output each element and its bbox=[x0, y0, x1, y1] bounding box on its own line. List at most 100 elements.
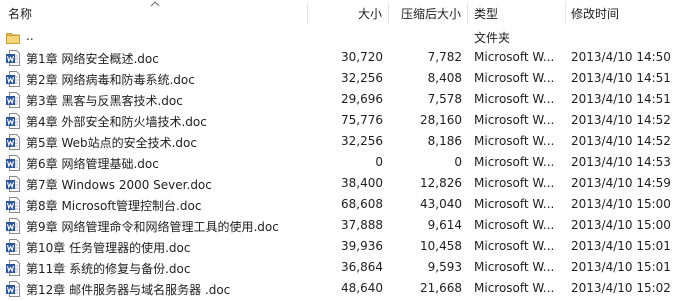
file-compressed-size: 43,040 bbox=[420, 197, 462, 211]
file-name: 第11章 系统的修复与备份.doc bbox=[26, 262, 191, 276]
file-row[interactable]: 第5章 Web站点的安全技术.doc 32,256 8,186 Microsoft W… bbox=[0, 131, 680, 152]
word-doc-icon bbox=[6, 155, 20, 171]
file-row[interactable]: 第4章 外部安全和防火墙技术.doc 75,776 28,160 Microsoft … bbox=[0, 110, 680, 131]
file-type: Microsoft W... bbox=[474, 218, 555, 232]
word-doc-icon bbox=[6, 197, 20, 213]
word-doc-icon bbox=[6, 281, 20, 297]
word-doc-icon bbox=[6, 50, 20, 66]
file-type: Microsoft W... bbox=[474, 134, 555, 148]
file-row[interactable]: 第12章 邮件服务器与域名服务器 .doc 48,640 21,668 Microso… bbox=[0, 278, 680, 299]
file-size: 37,888 bbox=[341, 218, 383, 232]
file-size: 39,936 bbox=[341, 239, 383, 253]
file-row[interactable]: 第8章 Microsoft管理控制台.doc 68,608 43,040 Micros… bbox=[0, 194, 680, 215]
word-doc-icon bbox=[6, 218, 20, 234]
file-type: Microsoft W... bbox=[474, 50, 555, 64]
column-divider[interactable] bbox=[565, 2, 566, 24]
word-doc-icon bbox=[6, 113, 20, 129]
file-modified: 2013/4/10 15:00 bbox=[571, 218, 671, 232]
file-modified: 2013/4/10 15:01 bbox=[571, 260, 671, 274]
column-header-name[interactable]: 名称 bbox=[8, 5, 32, 22]
file-size: 48,640 bbox=[341, 281, 383, 295]
file-size: 36,864 bbox=[341, 260, 383, 274]
column-divider[interactable] bbox=[467, 2, 468, 24]
file-name: 第1章 网络安全概述.doc bbox=[26, 52, 159, 66]
file-name: 第6章 网络管理基础.doc bbox=[26, 157, 159, 171]
file-type: Microsoft W... bbox=[474, 92, 555, 106]
file-type: Microsoft W... bbox=[474, 176, 555, 190]
file-size: 30,720 bbox=[341, 50, 383, 64]
file-compressed-size: 0 bbox=[454, 155, 462, 169]
file-name: 第4章 外部安全和防火墙技术.doc bbox=[26, 115, 207, 129]
file-type: Microsoft W... bbox=[474, 113, 555, 127]
file-compressed-size: 12,826 bbox=[420, 176, 462, 190]
sort-ascending-icon bbox=[150, 1, 160, 7]
file-size: 38,400 bbox=[341, 176, 383, 190]
file-row[interactable]: 第10章 任务管理器的使用.doc 39,936 10,458 Microsoft W… bbox=[0, 236, 680, 257]
file-modified: 2013/4/10 14:59 bbox=[571, 176, 671, 190]
file-name: 第9章 网络管理命令和网络管理工具的使用.doc bbox=[26, 220, 279, 234]
file-type: 文件夹 bbox=[474, 31, 511, 45]
file-modified: 2013/4/10 15:02 bbox=[571, 281, 671, 295]
file-size: 0 bbox=[375, 155, 383, 169]
file-compressed-size: 9,593 bbox=[427, 260, 462, 274]
file-name: 第8章 Microsoft管理控制台.doc bbox=[26, 199, 202, 213]
file-modified: 2013/4/10 14:51 bbox=[571, 71, 671, 85]
file-name: 第10章 任务管理器的使用.doc bbox=[26, 241, 191, 255]
file-size: 29,696 bbox=[341, 92, 383, 106]
file-size: 75,776 bbox=[341, 113, 383, 127]
file-type: Microsoft W... bbox=[474, 197, 555, 211]
file-compressed-size: 21,668 bbox=[420, 281, 462, 295]
word-doc-icon bbox=[6, 239, 20, 255]
file-size: 32,256 bbox=[341, 71, 383, 85]
column-header-size[interactable]: 大小 bbox=[358, 5, 382, 22]
file-compressed-size: 10,458 bbox=[420, 239, 462, 253]
file-compressed-size: 9,614 bbox=[427, 218, 462, 232]
file-modified: 2013/4/10 14:51 bbox=[571, 92, 671, 106]
file-name: 第7章 Windows 2000 Sever.doc bbox=[26, 178, 212, 192]
file-size: 32,256 bbox=[341, 134, 383, 148]
file-type: Microsoft W... bbox=[474, 71, 555, 85]
column-header-type[interactable]: 类型 bbox=[474, 5, 498, 22]
file-row[interactable]: 第9章 网络管理命令和网络管理工具的使用.doc 37,888 9,614 Micro… bbox=[0, 215, 680, 236]
file-row[interactable]: .. 文件夹 bbox=[0, 26, 680, 47]
file-row[interactable]: 第7章 Windows 2000 Sever.doc 38,400 12,826 Mi… bbox=[0, 173, 680, 194]
file-modified: 2013/4/10 15:00 bbox=[571, 197, 671, 211]
file-modified: 2013/4/10 14:50 bbox=[571, 50, 671, 64]
file-compressed-size: 8,186 bbox=[427, 134, 462, 148]
file-compressed-size: 8,408 bbox=[427, 71, 462, 85]
word-doc-icon bbox=[6, 260, 20, 276]
file-type: Microsoft W... bbox=[474, 260, 555, 274]
file-name: .. bbox=[26, 29, 34, 43]
column-divider[interactable] bbox=[388, 2, 389, 24]
file-modified: 2013/4/10 14:52 bbox=[571, 134, 671, 148]
column-header-modified[interactable]: 修改时间 bbox=[571, 5, 619, 22]
file-size: 68,608 bbox=[341, 197, 383, 211]
word-doc-icon bbox=[6, 71, 20, 87]
file-name: 第2章 网络病毒和防毒系统.doc bbox=[26, 73, 195, 87]
word-doc-icon bbox=[6, 176, 20, 192]
file-type: Microsoft W... bbox=[474, 281, 555, 295]
file-row[interactable]: 第1章 网络安全概述.doc 30,720 7,782 Microsoft W... 2… bbox=[0, 47, 680, 68]
file-list-view: 名称 大小 压缩后大小 类型 修改时间 .. 文件夹第1章 网络安全概述.doc 3… bbox=[0, 0, 680, 301]
file-compressed-size: 7,578 bbox=[427, 92, 462, 106]
folder-icon bbox=[6, 29, 20, 45]
file-modified: 2013/4/10 14:52 bbox=[571, 113, 671, 127]
column-header-bar: 名称 大小 压缩后大小 类型 修改时间 bbox=[0, 0, 680, 26]
file-row[interactable]: 第2章 网络病毒和防毒系统.doc 32,256 8,408 Microsoft W.… bbox=[0, 68, 680, 89]
file-name: 第5章 Web站点的安全技术.doc bbox=[26, 136, 197, 150]
file-name: 第3章 黑客与反黑客技术.doc bbox=[26, 94, 183, 108]
file-modified: 2013/4/10 14:53 bbox=[571, 155, 671, 169]
file-type: Microsoft W... bbox=[474, 155, 555, 169]
file-row[interactable]: 第3章 黑客与反黑客技术.doc 29,696 7,578 Microsoft W..… bbox=[0, 89, 680, 110]
word-doc-icon bbox=[6, 134, 20, 150]
file-name: 第12章 邮件服务器与域名服务器 .doc bbox=[26, 283, 231, 297]
file-row[interactable]: 第6章 网络管理基础.doc 0 0 Microsoft W... 2013/4/10 … bbox=[0, 152, 680, 173]
file-modified: 2013/4/10 15:01 bbox=[571, 239, 671, 253]
file-type: Microsoft W... bbox=[474, 239, 555, 253]
column-header-compressed[interactable]: 压缩后大小 bbox=[401, 5, 461, 22]
file-row[interactable]: 第11章 系统的修复与备份.doc 36,864 9,593 Microsoft W.… bbox=[0, 257, 680, 278]
word-doc-icon bbox=[6, 92, 20, 108]
file-compressed-size: 28,160 bbox=[420, 113, 462, 127]
column-divider[interactable] bbox=[307, 2, 308, 24]
file-compressed-size: 7,782 bbox=[427, 50, 462, 64]
